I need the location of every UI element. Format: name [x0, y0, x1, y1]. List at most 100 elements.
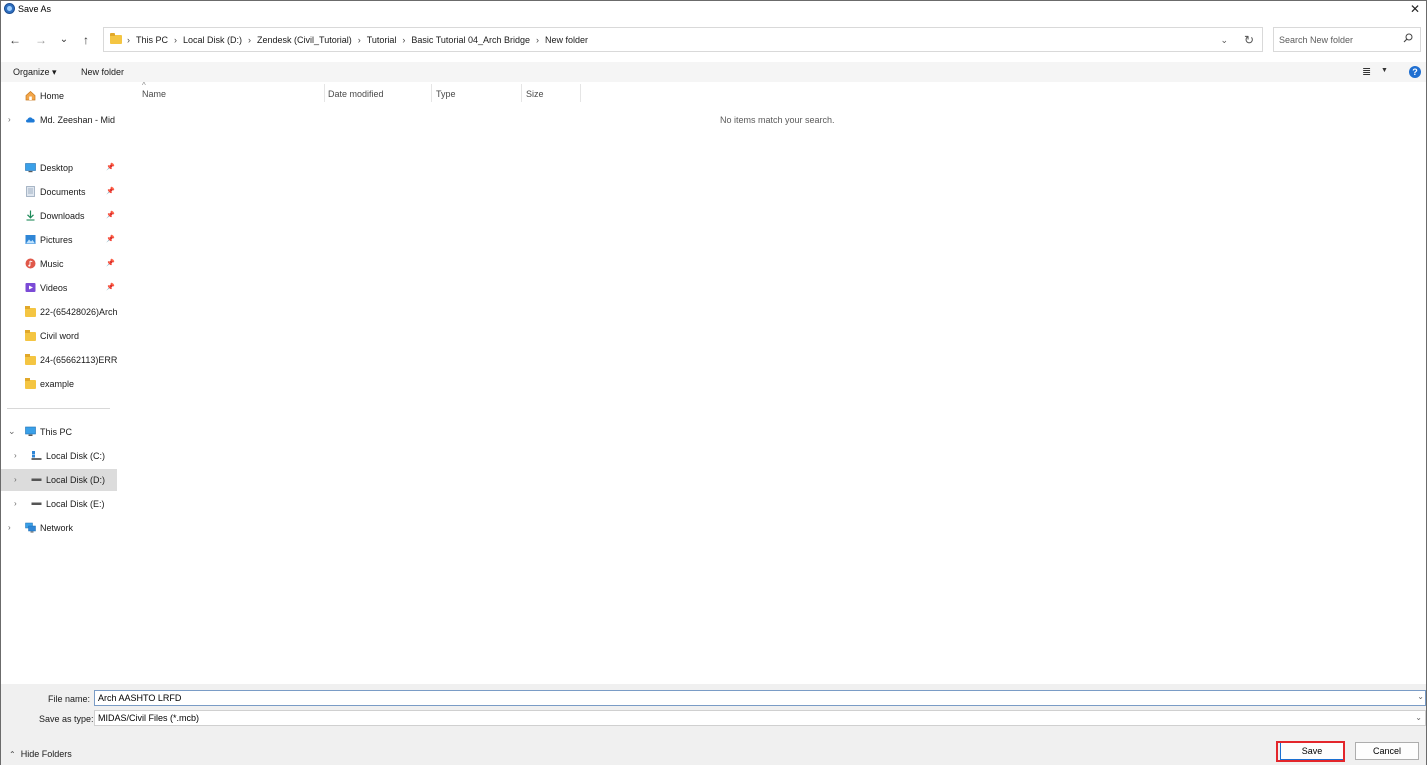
search-box[interactable]: [1273, 27, 1421, 52]
sidebar-item-label: Downloads: [40, 211, 85, 221]
breadcrumb-tutorial[interactable]: Tutorial: [367, 35, 397, 45]
recent-locations-button[interactable]: ⌄: [56, 32, 72, 48]
organize-menu[interactable]: Organize ▾: [13, 67, 57, 78]
column-divider[interactable]: [324, 84, 325, 102]
sidebar-item-documents[interactable]: Documents 📌: [1, 181, 117, 203]
sidebar-item-label: Documents: [40, 187, 86, 197]
view-options-dropdown[interactable]: ▼: [1381, 67, 1388, 74]
empty-state-message: No items match your search.: [720, 115, 835, 125]
sidebar-item-local-disk-d[interactable]: › Local Disk (D:): [1, 469, 117, 491]
breadcrumb-separator[interactable]: ›: [248, 35, 251, 45]
refresh-button[interactable]: ↻: [1244, 33, 1254, 47]
pin-icon[interactable]: 📌: [106, 283, 115, 291]
column-header-date-modified[interactable]: Date modified: [328, 84, 432, 104]
search-input[interactable]: [1279, 34, 1397, 46]
breadcrumb-separator[interactable]: ›: [536, 35, 539, 45]
pin-icon[interactable]: 📌: [106, 187, 115, 195]
column-header-size[interactable]: Size: [526, 84, 580, 104]
sidebar-item-folder[interactable]: 22-(65428026)Arch: [1, 301, 117, 323]
expand-chevron-icon[interactable]: ›: [14, 451, 17, 460]
sidebar-item-downloads[interactable]: Downloads 📌: [1, 205, 117, 227]
column-divider[interactable]: [521, 84, 522, 102]
sidebar-item-desktop[interactable]: Desktop 📌: [1, 157, 117, 179]
collapse-chevron-icon[interactable]: ⌄: [8, 426, 16, 437]
network-icon: [25, 522, 36, 533]
forward-button[interactable]: →: [33, 32, 49, 48]
pictures-icon: [25, 235, 36, 244]
column-header-label: Size: [526, 89, 544, 99]
breadcrumb-separator: ›: [127, 35, 130, 45]
breadcrumb-separator[interactable]: ›: [174, 35, 177, 45]
sidebar-item-local-disk-c[interactable]: › Local Disk (C:): [1, 445, 117, 467]
save-as-dialog: Save As ✕ ← → ⌄ ↑ › This PC › Local Disk…: [0, 0, 1427, 765]
sidebar-item-label: Home: [40, 91, 65, 101]
column-divider[interactable]: [580, 84, 581, 102]
breadcrumb-basic-tutorial[interactable]: Basic Tutorial 04_Arch Bridge: [411, 35, 530, 45]
pin-icon[interactable]: 📌: [106, 259, 115, 267]
drive-icon: [31, 502, 42, 505]
new-folder-button[interactable]: New folder: [81, 67, 124, 77]
command-bar: Organize ▾ New folder ≣ ▼ ?: [1, 62, 1426, 82]
breadcrumb-this-pc[interactable]: This PC: [136, 35, 168, 45]
pin-icon[interactable]: 📌: [106, 163, 115, 171]
pin-icon[interactable]: 📌: [106, 235, 115, 243]
cloud-icon: [26, 117, 35, 123]
save-as-type-select[interactable]: MIDAS/Civil Files (*.mcb) ⌄: [94, 710, 1426, 726]
sidebar-item-label: example: [40, 379, 75, 389]
sidebar-item-folder[interactable]: example: [1, 373, 117, 395]
sidebar-item-home[interactable]: Home: [1, 85, 117, 107]
file-name-label: File name:: [48, 694, 91, 704]
expand-chevron-icon[interactable]: ›: [14, 499, 17, 508]
view-options-icon[interactable]: ≣: [1362, 65, 1371, 78]
sidebar-item-label: This PC: [40, 427, 73, 437]
up-button[interactable]: ↑: [78, 32, 94, 48]
computer-icon: [25, 426, 36, 436]
breadcrumb: › This PC › Local Disk (D:) › Zendesk (C…: [127, 35, 588, 45]
pin-icon[interactable]: 📌: [106, 211, 115, 219]
chevron-down-icon[interactable]: ⌄: [1415, 711, 1422, 725]
sidebar-item-folder[interactable]: Civil word: [1, 325, 117, 347]
breadcrumb-zendesk[interactable]: Zendesk (Civil_Tutorial): [257, 35, 352, 45]
file-name-input[interactable]: [94, 690, 1426, 706]
sidebar-item-label: Local Disk (D:): [46, 475, 106, 485]
breadcrumb-new-folder[interactable]: New folder: [545, 35, 588, 45]
close-button[interactable]: ✕: [1408, 2, 1422, 16]
expand-chevron-icon[interactable]: ›: [8, 523, 11, 532]
back-button[interactable]: ←: [7, 32, 23, 48]
title-bar: Save As ✕: [1, 1, 1426, 18]
sidebar-item-music[interactable]: Music 📌: [1, 253, 117, 275]
sidebar-item-network[interactable]: › Network: [1, 517, 117, 539]
save-button[interactable]: Save: [1280, 742, 1344, 760]
documents-icon: [26, 186, 35, 197]
expand-chevron-icon[interactable]: ›: [8, 115, 11, 124]
address-history-dropdown[interactable]: ⌄: [1220, 35, 1228, 46]
cancel-button[interactable]: Cancel: [1355, 742, 1419, 760]
sidebar-item-local-disk-e[interactable]: › Local Disk (E:): [1, 493, 117, 515]
expand-chevron-icon[interactable]: ›: [14, 475, 17, 484]
navigation-row: ← → ⌄ ↑ › This PC › Local Disk (D:) › Ze…: [1, 27, 1426, 53]
address-bar[interactable]: › This PC › Local Disk (D:) › Zendesk (C…: [103, 27, 1263, 52]
sidebar-item-label: Local Disk (E:): [46, 499, 105, 509]
sidebar-item-onedrive[interactable]: › Md. Zeeshan - Mid: [1, 109, 117, 131]
hide-folders-toggle[interactable]: ⌃ Hide Folders: [9, 749, 72, 759]
column-header-label: Name: [142, 89, 167, 99]
column-header-name[interactable]: Name ^: [142, 81, 326, 104]
sidebar-item-pictures[interactable]: Pictures 📌: [1, 229, 117, 251]
column-header-label: Date modified: [328, 89, 384, 99]
sidebar-item-folder[interactable]: 24-(65662113)ERRO: [1, 349, 117, 371]
breadcrumb-local-disk-d[interactable]: Local Disk (D:): [183, 35, 242, 45]
file-name-dropdown-icon[interactable]: ⌄: [1417, 692, 1424, 701]
breadcrumb-separator[interactable]: ›: [402, 35, 405, 45]
home-icon: [25, 91, 36, 101]
column-divider[interactable]: [431, 84, 432, 102]
search-icon[interactable]: [1403, 33, 1413, 43]
file-list[interactable]: Name ^ Date modified Type Size No items …: [126, 81, 1426, 682]
column-header-type[interactable]: Type: [436, 84, 520, 104]
breadcrumb-separator[interactable]: ›: [358, 35, 361, 45]
sidebar-item-this-pc[interactable]: ⌄ This PC: [1, 421, 117, 443]
desktop-icon: [25, 163, 36, 173]
help-icon[interactable]: ?: [1409, 66, 1421, 78]
app-icon: [4, 3, 15, 14]
sidebar-item-videos[interactable]: Videos 📌: [1, 277, 117, 299]
sidebar-item-label: Videos: [40, 283, 68, 293]
